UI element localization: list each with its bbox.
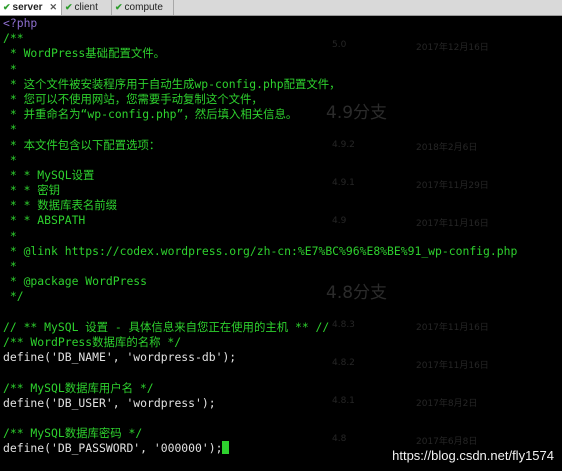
- code-line: /** MySQL数据库用户名 */: [3, 381, 517, 396]
- code-line-text: /**: [3, 31, 24, 46]
- code-line-text: * 本文件包含以下配置选项：: [3, 137, 161, 152]
- code-line-text: * 并重命名为“wp-config.php”，然后填入相关信息。: [3, 107, 298, 122]
- terminal-output[interactable]: 4.9分支 4.8分支 5.0 2017年12月16日 4.9.2 2018年2月6日 4.…: [0, 16, 562, 471]
- csdn-watermark: https://blog.csdn.net/fly1574: [392, 448, 554, 463]
- terminal-cursor: [222, 441, 230, 455]
- code-line: /** MySQL数据库密码 */: [3, 426, 517, 441]
- code-listing: <?php/** * WordPress基础配置文件。 * * 这个文件被安装程…: [3, 16, 517, 456]
- code-line: * 您可以不使用网站，您需要手动复制这个文件，: [3, 92, 517, 107]
- tab-compute[interactable]: ✔ compute: [112, 0, 174, 15]
- code-line: *: [3, 62, 517, 77]
- code-line-text: * * 密钥: [3, 183, 61, 198]
- code-line-text: * 这个文件被安装程序用于自动生成wp-config.php配置文件，: [3, 76, 341, 91]
- code-line: <?php: [3, 16, 517, 31]
- checkmark-icon: ✔: [3, 2, 11, 12]
- code-line-text: // ** MySQL 设置 - 具体信息来自您正在使用的主机 ** //: [3, 319, 330, 334]
- code-line-text: * * 数据库表名前缀: [3, 198, 118, 213]
- code-line: /**: [3, 31, 517, 46]
- code-line-text: *: [3, 228, 17, 243]
- tab-label: compute: [124, 2, 163, 13]
- code-line-text: /** MySQL数据库用户名 */: [3, 380, 154, 395]
- code-line-text: * @package WordPress: [3, 274, 148, 289]
- code-line-text: <?php: [3, 16, 38, 30]
- code-line-text: define('DB_USER', 'wordpress');: [3, 395, 216, 410]
- checkmark-icon: ✔: [65, 2, 73, 12]
- session-tab-bar: ✔ server ✕ ✔ client ✔ compute: [0, 0, 562, 16]
- code-line: // ** MySQL 设置 - 具体信息来自您正在使用的主机 ** //: [3, 320, 517, 335]
- code-line: */: [3, 289, 517, 304]
- code-line-text: * * MySQL设置: [3, 167, 95, 182]
- code-line: * 并重命名为“wp-config.php”，然后填入相关信息。: [3, 107, 517, 122]
- code-line-text: *: [3, 152, 17, 167]
- code-line-text: * * ABSPATH: [3, 213, 86, 228]
- code-line: *: [3, 122, 517, 137]
- code-line-text: /** WordPress数据库的名称 */: [3, 334, 182, 349]
- checkmark-icon: ✔: [115, 2, 123, 12]
- code-line-text: define('DB_PASSWORD', '000000');: [3, 441, 223, 456]
- close-icon[interactable]: ✕: [49, 0, 57, 15]
- code-line-text: define('DB_NAME', 'wordpress-db');: [3, 350, 237, 365]
- tab-label: server: [12, 2, 43, 13]
- code-line-text: *: [3, 259, 17, 273]
- code-line: *: [3, 259, 517, 274]
- code-line-text: *: [3, 61, 17, 76]
- tab-server[interactable]: ✔ server ✕: [0, 0, 62, 15]
- code-line: * * ABSPATH: [3, 213, 517, 228]
- tab-client[interactable]: ✔ client: [62, 0, 112, 15]
- code-line-text: */: [3, 289, 24, 304]
- code-line: * * 密钥: [3, 183, 517, 198]
- code-line: * * 数据库表名前缀: [3, 198, 517, 213]
- code-line: * @link https://codex.wordpress.org/zh-c…: [3, 243, 518, 259]
- code-line: /** WordPress数据库的名称 */: [3, 335, 517, 350]
- code-line: define('DB_USER', 'wordpress');: [3, 396, 517, 411]
- code-line-text: /** MySQL数据库密码 */: [3, 426, 143, 441]
- code-line-text: * @link https://codex.wordpress.org/zh-c…: [3, 243, 518, 258]
- code-line: * @package WordPress: [3, 274, 517, 289]
- code-line: * 这个文件被安装程序用于自动生成wp-config.php配置文件，: [3, 77, 517, 92]
- terminal-window: ✔ server ✕ ✔ client ✔ compute 4.9分支 4.8分支 5.0 2…: [0, 0, 562, 471]
- code-line: * WordPress基础配置文件。: [3, 46, 517, 61]
- code-line-text: * 您可以不使用网站，您需要手动复制这个文件，: [3, 91, 263, 106]
- tab-label: client: [74, 2, 98, 13]
- code-line-text: * WordPress基础配置文件。: [3, 46, 166, 61]
- code-line: *: [3, 229, 517, 244]
- code-line: define('DB_NAME', 'wordpress-db');: [3, 350, 517, 365]
- code-line: *: [3, 153, 517, 168]
- code-line-text: *: [3, 122, 17, 137]
- code-line: * * MySQL设置: [3, 168, 517, 183]
- code-line: * 本文件包含以下配置选项：: [3, 138, 517, 153]
